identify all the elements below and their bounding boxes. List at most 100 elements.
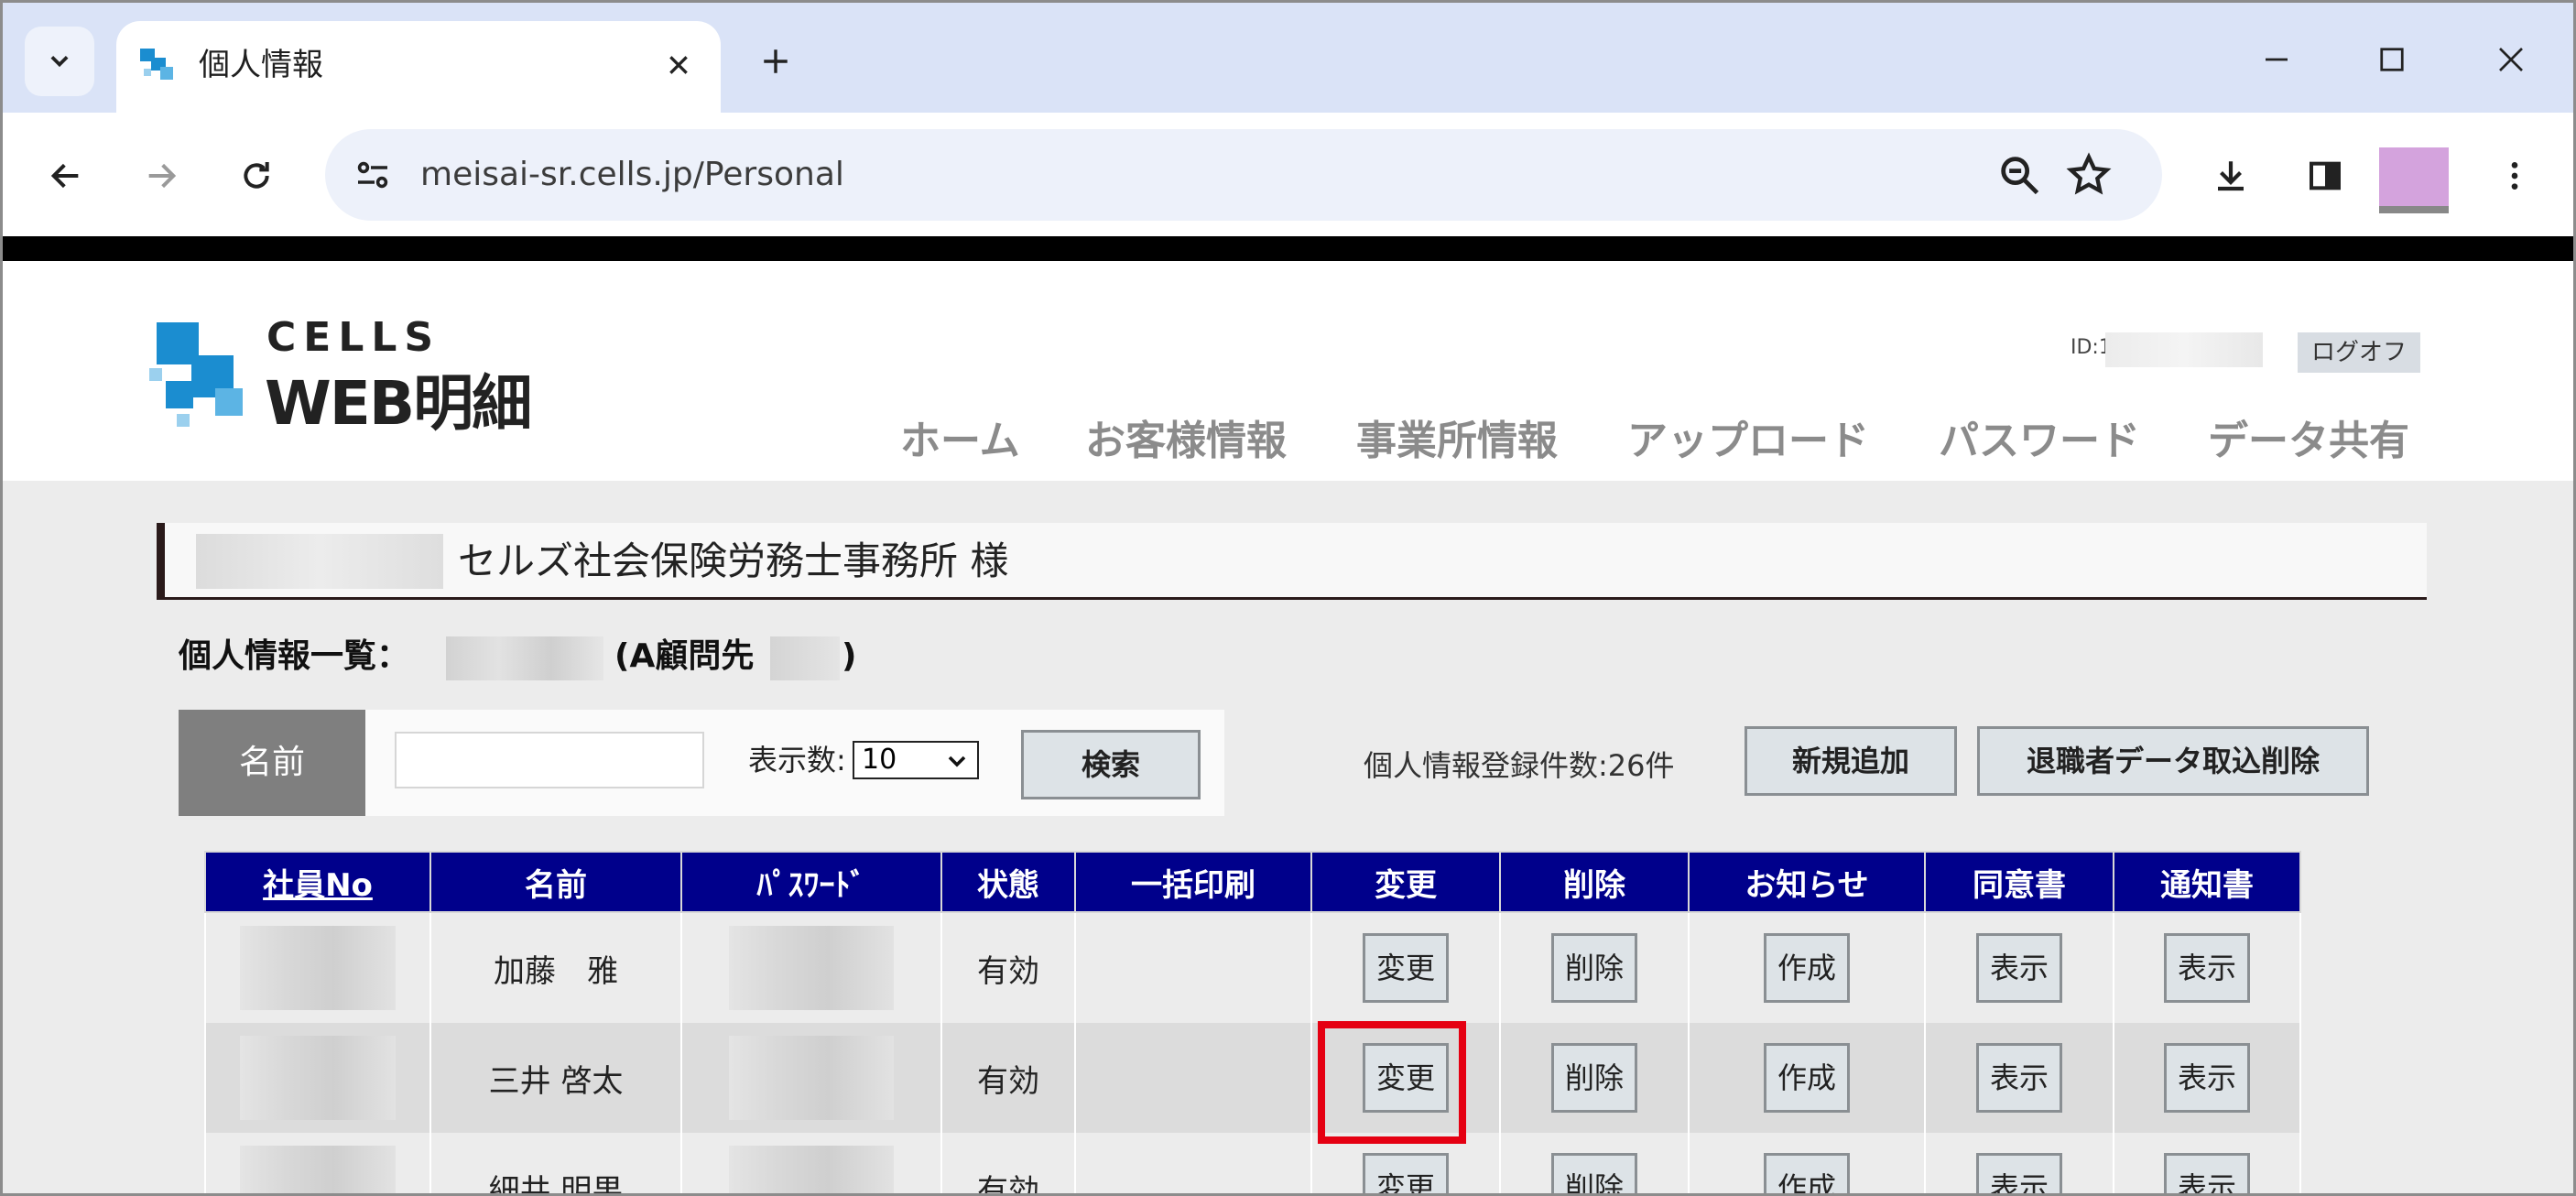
more-vertical-icon [2511,162,2518,190]
employee-no-cell [204,912,431,1023]
list-title-advisor: (A顧問先 [614,637,755,675]
delete-button[interactable]: 削除 [1550,1153,1637,1193]
site-header: CELLS WEB明細 ID:1 ログオフ ホーム お客様情報 事業所情報 アッ… [3,261,2573,481]
nav-customer-info[interactable]: お客様情報 [1085,408,1287,466]
employee-no-redacted [240,926,396,1010]
nav-office-info[interactable]: 事業所情報 [1356,408,1558,466]
delete-cell: 削除 [1499,1023,1690,1133]
notice-cell: 作成 [1688,1133,1926,1193]
side-panel-button[interactable] [2297,147,2353,204]
delete-button[interactable]: 削除 [1550,933,1637,1003]
maximize-button[interactable] [2360,30,2424,89]
show-consent-button[interactable]: 表示 [1975,933,2062,1003]
show-notification-button[interactable]: 表示 [2163,1153,2250,1193]
show-consent-button[interactable]: 表示 [1975,1153,2062,1193]
create-notice-button[interactable]: 作成 [1763,933,1850,1003]
minimize-button[interactable] [2244,30,2309,89]
main-content: セルズ社会保険労務士事務所 様 個人情報一覧： (A顧問先 ) 名前 表示数: … [3,481,2573,1193]
header-change: 変更 [1310,851,1501,913]
arrow-right-icon [148,163,177,189]
tab-title: 個人情報 [199,47,323,83]
nav-upload[interactable]: アップロード [1627,408,1869,466]
change-button[interactable]: 変更 [1362,1153,1449,1193]
reload-button[interactable] [228,147,285,204]
create-notice-button[interactable]: 作成 [1763,1043,1850,1113]
header-password: ﾊﾟｽﾜｰﾄﾞ [680,851,942,913]
change-button[interactable]: 変更 [1362,933,1449,1003]
url-text[interactable]: meisai-sr.cells.jp/Personal [420,153,844,197]
search-button[interactable]: 検索 [1021,730,1201,799]
tab-search-button[interactable] [25,27,94,96]
show-notification-button[interactable]: 表示 [2163,933,2250,1003]
delete-retired-import-button[interactable]: 退職者データ取込削除 [1977,726,2369,796]
display-count-select[interactable]: 10 [853,741,979,779]
address-bar[interactable]: meisai-sr.cells.jp/Personal [325,129,2162,221]
close-icon [2499,48,2523,71]
registration-count: 個人情報登録件数:26件 [1364,748,1675,783]
nav-password[interactable]: パスワード [1939,408,2140,466]
table-row: 三井 啓太 有効 変更 削除 作成 表示 表示 [204,1023,2301,1133]
name-search-input[interactable] [395,732,704,788]
name-cell: 細井 明果 [429,1133,682,1193]
delete-button[interactable]: 削除 [1550,1043,1637,1113]
header-delete: 削除 [1499,851,1690,913]
header-consent: 同意書 [1924,851,2114,913]
password-redacted [729,926,894,1010]
header-name: 名前 [429,851,682,913]
download-icon [2218,161,2244,191]
chevron-down-icon [50,56,69,68]
show-notification-button[interactable]: 表示 [2163,1043,2250,1113]
header-batch-print: 一括印刷 [1074,851,1312,913]
forward-button[interactable] [133,147,190,204]
highlight-box [1318,1021,1466,1144]
company-name-redacted [446,636,603,680]
cells-logo-icon[interactable] [149,322,252,434]
browser-menu-button[interactable] [2486,147,2543,204]
password-redacted [729,1036,894,1120]
close-window-button[interactable] [2479,30,2543,89]
chevron-down-icon [948,756,966,767]
password-cell [680,912,942,1023]
logout-button[interactable]: ログオフ [2298,332,2420,373]
batch-print-cell [1074,912,1312,1023]
tab-bar: 個人情報 [3,3,2573,113]
close-icon [669,56,688,74]
status-cell: 有効 [940,912,1076,1023]
browser-tab[interactable]: 個人情報 [116,21,721,113]
close-tab-button[interactable] [658,45,699,85]
new-tab-button[interactable] [752,38,799,85]
name-cell: 三井 啓太 [429,1023,682,1133]
client-name-bar: セルズ社会保険労務士事務所 様 [157,523,2427,600]
profile-avatar[interactable] [2379,147,2449,213]
notification-cell: 表示 [2113,1133,2301,1193]
list-title: 個人情報一覧： [179,637,410,675]
header-employee-no[interactable]: 社員No [204,851,431,913]
bookmark-star-icon[interactable] [2065,151,2113,199]
display-count-label: 表示数: [748,743,846,777]
delete-cell: 削除 [1499,912,1690,1023]
arrow-left-icon [50,163,79,189]
status-cell: 有効 [940,1133,1076,1193]
notice-cell: 作成 [1688,1023,1926,1133]
create-notice-button[interactable]: 作成 [1763,1153,1850,1193]
site-settings-icon[interactable] [351,153,395,197]
downloads-button[interactable] [2202,147,2259,204]
show-consent-button[interactable]: 表示 [1975,1043,2062,1113]
advisor-redacted [770,636,840,680]
list-title-close: ) [842,637,857,675]
password-cell [680,1133,942,1193]
top-divider [3,236,2573,261]
add-new-button[interactable]: 新規追加 [1745,726,1957,796]
header-status: 状態 [940,851,1076,913]
employee-no-cell [204,1023,431,1133]
reload-icon [244,162,269,189]
logo-web-meisai-text: WEB明細 [265,368,532,439]
zoom-icon[interactable] [1995,151,2043,199]
change-cell: 変更 [1310,912,1501,1023]
back-button[interactable] [38,147,94,204]
client-name-redacted [196,534,443,589]
delete-cell: 削除 [1499,1133,1690,1193]
nav-home[interactable]: ホーム [900,408,1020,466]
table-header-row: 社員No 名前 ﾊﾟｽﾜｰﾄﾞ 状態 一括印刷 変更 削除 お知らせ 同意書 通… [204,851,2301,913]
nav-data-share[interactable]: データ共有 [2208,408,2409,466]
